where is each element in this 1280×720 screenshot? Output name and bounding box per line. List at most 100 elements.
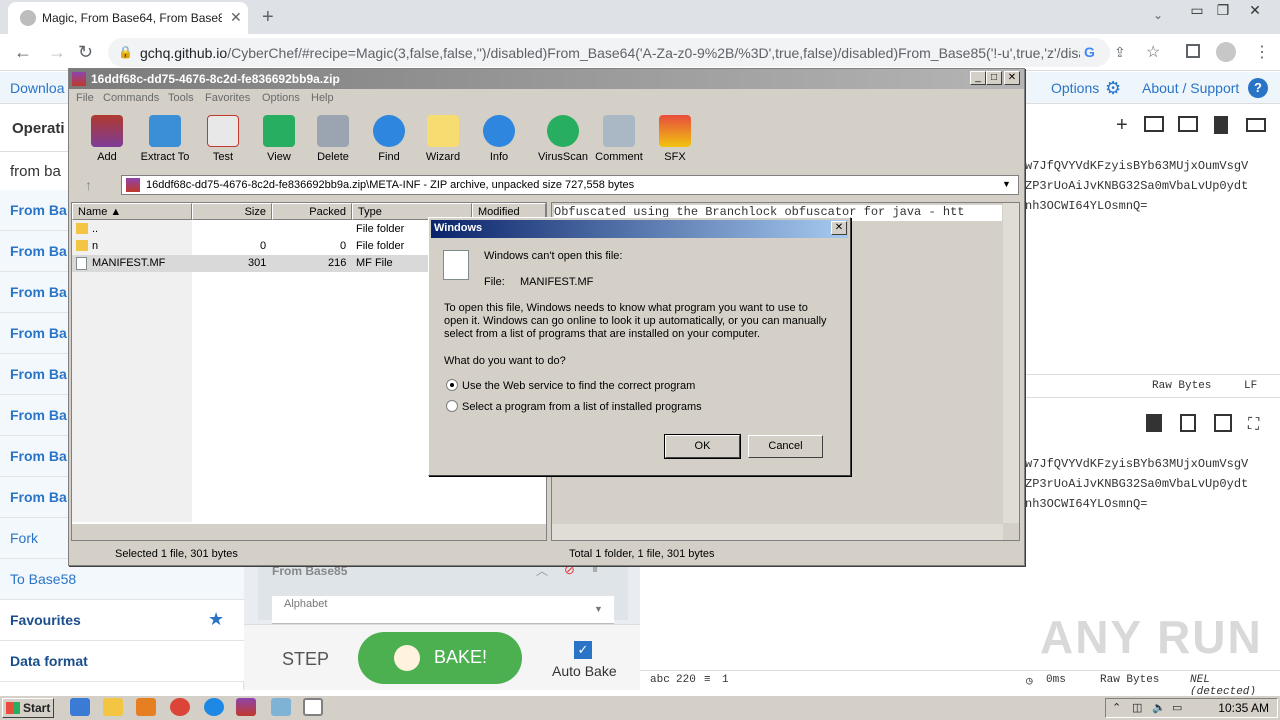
path-combobox[interactable]: 16ddf68c-dd75-4676-8c2d-fe836692bb9a.zip… [121,175,1019,195]
active-window-icon[interactable] [303,698,323,716]
address-bar[interactable]: 🔒 gchq.github.io/CyberChef/#recipe=Magic… [108,38,1110,67]
chevron-down-icon[interactable]: ⌄ [1153,8,1163,22]
tray-chevron-icon[interactable]: ⌃ [1112,701,1121,714]
save-icon[interactable] [1146,414,1162,432]
dropdown-caret-icon: ▼ [594,604,603,614]
chef-icon [394,645,420,671]
comment-icon [603,115,635,147]
google-icon[interactable]: G [1084,44,1095,60]
network-icon[interactable]: ◫ [1132,701,1142,714]
layout-icon[interactable] [1246,118,1266,132]
ie-icon[interactable] [70,698,90,716]
back-icon[interactable]: ← [14,42,32,63]
open-file-icon[interactable] [1178,116,1198,132]
close-tab-icon[interactable]: ✕ [230,9,242,26]
tool-wizard[interactable]: Wizard [413,115,473,169]
alphabet-select[interactable]: Alphabet ▼ [272,596,614,624]
col-name[interactable]: Name ▲ [72,203,192,220]
start-button[interactable]: Start [2,698,54,718]
col-size[interactable]: Size [192,203,272,220]
maximize-icon[interactable]: □ [986,71,1002,85]
tab-title: Magic, From Base64, From Base85 [42,11,222,25]
menu-file[interactable]: File [76,92,94,104]
input-text[interactable]: w7JfQVYVdKFzyisBYb63MUjxOumVsgV ZP3rUoAiJ… [1025,156,1248,216]
new-tab-icon[interactable]: + [262,6,274,29]
dropdown-caret-icon[interactable]: ▼ [1002,179,1011,189]
tool-delete[interactable]: Delete [303,115,363,169]
step-button[interactable]: STEP [282,649,329,670]
close-icon[interactable]: ✕ [831,221,847,235]
radio-web-service[interactable] [446,379,458,391]
profile-icon[interactable] [1216,42,1236,62]
menu-options[interactable]: Options [262,92,300,104]
help-icon[interactable]: ? [1248,78,1268,98]
close-window-icon[interactable]: ✕ [1240,0,1270,20]
watermark-logo: ANY RUN [1040,611,1263,663]
notepad-icon[interactable] [271,698,291,716]
media-player-icon[interactable] [136,698,156,716]
tool-info[interactable]: Info [469,115,529,169]
clock[interactable]: 10:35 AM [1218,701,1269,715]
autobake-checkbox[interactable]: ✓ [574,641,592,659]
tool-extract-to[interactable]: Extract To [135,115,195,169]
trash-icon[interactable] [1214,116,1228,134]
battery-icon[interactable]: ▭ [1172,701,1182,714]
bookmark-star-icon[interactable]: ☆ [1146,42,1160,62]
close-icon[interactable]: ✕ [1004,71,1020,85]
bake-bar: STEP BAKE! ✓ Auto Bake [244,624,640,690]
cancel-button[interactable]: Cancel [748,435,823,458]
maximize-icon[interactable]: ⛶ [1248,416,1259,434]
horizontal-scrollbar[interactable] [552,524,1003,540]
gear-icon[interactable]: ⚙ [1105,78,1121,99]
menu-tools[interactable]: Tools [168,92,194,104]
up-folder-icon[interactable]: ↑ [85,177,92,193]
minimize-icon[interactable]: _ [970,71,986,85]
winrar-taskbar-icon[interactable] [236,698,256,716]
tool-virusscan[interactable]: VirusScan [533,115,593,169]
menu-favorites[interactable]: Favorites [205,92,250,104]
about-link[interactable]: About / Support [1142,80,1239,96]
sidepanel-icon[interactable] [1186,44,1200,58]
category-data-format[interactable]: Data format [0,641,244,682]
edge-icon[interactable] [204,698,224,716]
explorer-icon[interactable] [103,698,123,716]
recipe-op-from-base85: From Base85 ︿ ⊘ ⏸ Alphabet ▼ [258,560,628,624]
col-packed[interactable]: Packed [272,203,352,220]
share-icon[interactable]: ⇪ [1114,44,1126,61]
add-input-icon[interactable]: + [1116,114,1128,137]
add-archive-icon [91,115,123,147]
menu-dots-icon[interactable]: ⋮ [1254,42,1270,62]
tool-find[interactable]: Find [359,115,419,169]
wand-icon [427,115,459,147]
menu-help[interactable]: Help [311,92,334,104]
tool-view[interactable]: View [249,115,309,169]
volume-icon[interactable]: 🔈 [1152,701,1166,714]
horizontal-scrollbar[interactable] [72,524,546,540]
replace-input-icon[interactable] [1214,414,1232,432]
options-link[interactable]: Options [1051,80,1099,96]
tool-comment[interactable]: Comment [589,115,649,169]
browser-tab[interactable]: Magic, From Base64, From Base85 ✕ [8,2,248,34]
folder-icon [76,223,88,234]
trash-icon [317,115,349,147]
bake-button[interactable]: BAKE! [358,632,522,684]
tool-sfx[interactable]: SFX [645,115,705,169]
chrome-icon[interactable] [170,698,190,716]
open-folder-icon[interactable] [1144,116,1164,132]
vertical-scrollbar[interactable] [1003,203,1019,523]
reload-icon[interactable]: ↻ [78,42,93,63]
ok-button[interactable]: OK [664,434,741,459]
tool-add[interactable]: Add [77,115,137,169]
menu-commands[interactable]: Commands [103,92,159,104]
tool-test[interactable]: Test [193,115,253,169]
windows-logo-icon [6,702,20,714]
category-favourites[interactable]: Favourites ★ [0,600,244,641]
radio-select-program[interactable] [446,400,458,412]
copy-icon[interactable] [1180,414,1196,432]
magnifier-icon [373,115,405,147]
system-tray: ⌃ ◫ 🔈 ▭ 10:35 AM [1105,698,1278,718]
dialog-titlebar: Windows ✕ [431,220,848,238]
forward-icon[interactable]: → [48,42,66,63]
restore-icon[interactable]: ❐ [1208,0,1238,20]
download-link[interactable]: Downloa [10,80,64,96]
